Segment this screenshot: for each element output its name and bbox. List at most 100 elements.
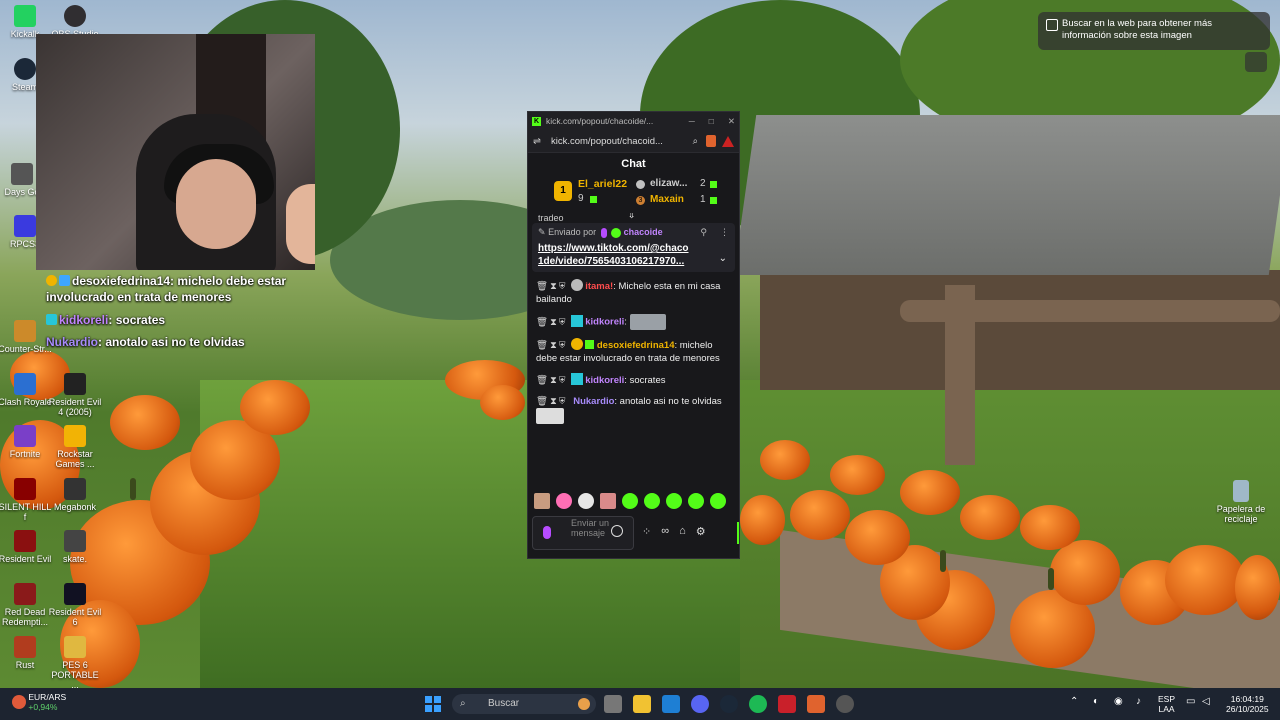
store-icon[interactable]: ⌂ bbox=[679, 525, 686, 538]
spotify-icon[interactable] bbox=[749, 695, 767, 713]
timeout-icon[interactable]: ⧗ bbox=[550, 281, 559, 292]
start-button[interactable] bbox=[425, 696, 441, 712]
desktop-icon-skate[interactable]: skate. bbox=[47, 530, 103, 564]
connections-icon[interactable]: ⁘ bbox=[642, 525, 651, 538]
emoji-icon[interactable] bbox=[611, 525, 623, 537]
taskbar-search[interactable]: ⌕ Buscar bbox=[452, 694, 596, 714]
visual-search-button[interactable] bbox=[1245, 52, 1267, 72]
desktop-icon-re6[interactable]: Resident Evil 6 bbox=[47, 583, 103, 627]
delete-icon[interactable]: 🗑 bbox=[536, 281, 550, 292]
brave-rewards-icon[interactable] bbox=[722, 135, 734, 147]
desktop-icon-rockstar[interactable]: Rockstar Games ... bbox=[47, 425, 103, 469]
send-button[interactable] bbox=[737, 522, 739, 544]
task-view-icon[interactable] bbox=[604, 695, 622, 713]
pin-icon[interactable]: ⚲ bbox=[700, 227, 707, 238]
timeout-icon[interactable]: ⧗ bbox=[550, 396, 559, 407]
chat-input[interactable]: Enviar un mensaje bbox=[532, 516, 634, 550]
ban-icon[interactable]: ⛨ bbox=[559, 317, 568, 328]
wallpaper-fence-post bbox=[945, 285, 975, 465]
gifter-name-2[interactable]: elizaw... bbox=[650, 178, 687, 189]
clock[interactable]: 16:04:19 26/10/2025 bbox=[1226, 694, 1269, 714]
address-bar[interactable]: ⇌ kick.com/popout/chacoid... ⌕ bbox=[528, 130, 739, 153]
pinned-link-line1[interactable]: https://www.tiktok.com/@chaco bbox=[538, 242, 729, 255]
site-settings-icon[interactable]: ⇌ bbox=[533, 136, 541, 147]
app-icon[interactable] bbox=[778, 695, 796, 713]
desktop-icon-megabonk[interactable]: Megabonk bbox=[47, 478, 103, 512]
emote-kick-icon[interactable] bbox=[622, 493, 638, 509]
scroll-down-icon[interactable]: ⇩ bbox=[628, 213, 636, 221]
emote-kick-icon[interactable] bbox=[688, 493, 704, 509]
desktop-icon-recyclebin[interactable]: Papelera de reciclaje bbox=[1213, 480, 1269, 524]
window-titlebar[interactable]: K kick.com/popout/chacoide/... ─ □ ✕ bbox=[528, 112, 739, 130]
pinned-username[interactable]: chacoide bbox=[624, 227, 663, 237]
emote-kick-icon[interactable] bbox=[710, 493, 726, 509]
more-options-icon[interactable]: ⋮ bbox=[720, 227, 729, 238]
gifter-name-1[interactable]: El_ariel22 bbox=[578, 178, 627, 190]
delete-icon[interactable]: 🗑 bbox=[536, 340, 550, 351]
emote-heart-icon[interactable] bbox=[556, 493, 572, 509]
desktop-icon-residentevil[interactable]: Resident Evil bbox=[0, 530, 53, 564]
bing-icon[interactable] bbox=[662, 695, 680, 713]
mod-tools: 🗑⧗⛨ bbox=[536, 395, 568, 408]
delete-icon[interactable]: 🗑 bbox=[536, 375, 550, 386]
desktop-icon-rdr[interactable]: Red Dead Redempti... bbox=[0, 583, 53, 627]
network-icon[interactable]: ▭ bbox=[1186, 697, 1195, 707]
minimize-icon[interactable]: ─ bbox=[689, 116, 695, 127]
maximize-icon[interactable]: □ bbox=[709, 116, 714, 127]
brave-shield-icon[interactable] bbox=[706, 135, 716, 147]
desktop-icon-clashroyale[interactable]: Clash Royale bbox=[0, 373, 53, 407]
brave-icon[interactable] bbox=[807, 695, 825, 713]
volume-icon[interactable]: ◁ bbox=[1202, 697, 1210, 707]
windows-icon bbox=[425, 705, 432, 712]
chevron-down-icon[interactable]: ⌄ bbox=[719, 253, 727, 264]
ban-icon[interactable]: ⛨ bbox=[559, 340, 568, 351]
ban-icon[interactable]: ⛨ bbox=[559, 281, 568, 292]
gear-icon[interactable]: ⚙ bbox=[696, 525, 706, 538]
discord-icon[interactable] bbox=[691, 695, 709, 713]
ban-icon[interactable]: ⛨ bbox=[559, 375, 568, 386]
chat-username[interactable]: Nukardio bbox=[573, 396, 614, 407]
badge-icon bbox=[46, 314, 57, 325]
lens-icon bbox=[1046, 19, 1058, 31]
mic-icon[interactable] bbox=[543, 526, 551, 539]
visual-search-chip[interactable]: Buscar en la web para obtener más inform… bbox=[1038, 12, 1270, 50]
emote-face-icon[interactable] bbox=[534, 493, 550, 509]
user-avatar-badge-icon bbox=[570, 279, 583, 291]
desktop-icon-rust[interactable]: Rust bbox=[0, 636, 53, 670]
wallpaper-pumpkin bbox=[960, 495, 1020, 540]
chat-username[interactable]: itama! bbox=[585, 281, 613, 292]
timeout-icon[interactable]: ⧗ bbox=[550, 375, 559, 386]
infinity-icon[interactable]: ∞ bbox=[661, 525, 669, 538]
steam-taskbar-icon[interactable] bbox=[720, 695, 738, 713]
obs-taskbar-icon[interactable] bbox=[836, 695, 854, 713]
emote-anime-icon[interactable] bbox=[600, 493, 616, 509]
timeout-icon[interactable]: ⧗ bbox=[550, 317, 559, 328]
ban-icon[interactable]: ⛨ bbox=[559, 396, 568, 407]
tray-overflow-icon[interactable]: ⌃ bbox=[1070, 697, 1078, 707]
pinned-link-line2[interactable]: 1de/video/7565403106217970... bbox=[538, 255, 729, 268]
ticker-widget[interactable]: EUR/ARS +0,94% bbox=[12, 692, 66, 712]
delete-icon[interactable]: 🗑 bbox=[536, 317, 550, 328]
timeout-icon[interactable]: ⧗ bbox=[550, 340, 559, 351]
tray-app-icon[interactable]: ◐ bbox=[1093, 697, 1099, 707]
emote-kick-icon[interactable] bbox=[644, 493, 660, 509]
chat-username[interactable]: kidkoreli bbox=[585, 317, 624, 328]
emote-skull-icon[interactable] bbox=[578, 493, 594, 509]
pinned-link[interactable]: https://www.tiktok.com/@chaco 1de/video/… bbox=[538, 242, 729, 268]
desktop-icon-re4[interactable]: Resident Evil 4 (2005) bbox=[47, 373, 103, 417]
file-explorer-icon[interactable] bbox=[633, 695, 651, 713]
close-icon[interactable]: ✕ bbox=[728, 116, 735, 127]
tray-app-icon[interactable]: ◉ bbox=[1114, 697, 1123, 707]
chat-username[interactable]: kidkoreli bbox=[585, 375, 624, 386]
gifter-name-3[interactable]: Maxain bbox=[650, 194, 684, 205]
language-indicator[interactable]: ESP LAA bbox=[1158, 694, 1175, 714]
wallpaper-pumpkin bbox=[900, 470, 960, 515]
microphone-icon[interactable]: ♪ bbox=[1136, 697, 1141, 707]
desktop-icon-fortnite[interactable]: Fortnite bbox=[0, 425, 53, 459]
desktop-icon-pes6[interactable]: PES 6 PORTABLE ... bbox=[47, 636, 103, 690]
desktop-icon-silenthill[interactable]: SILENT HILL f bbox=[0, 478, 53, 522]
zoom-icon[interactable]: ⌕ bbox=[693, 136, 698, 147]
chat-username[interactable]: desoxiefedrina14 bbox=[597, 340, 675, 351]
emote-kick-icon[interactable] bbox=[666, 493, 682, 509]
delete-icon[interactable]: 🗑 bbox=[536, 396, 550, 407]
